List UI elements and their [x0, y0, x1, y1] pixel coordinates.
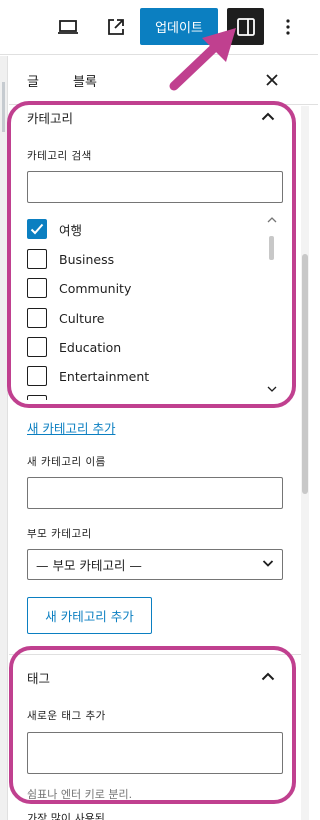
tab-block[interactable]: 블록: [73, 56, 97, 104]
parent-category-selected: — 부모 카테고리 —: [36, 558, 142, 573]
add-new-category-button[interactable]: 새 카테고리 추가: [27, 597, 152, 634]
laptop-icon: [58, 20, 78, 34]
sidebar-scrollbar-thumb[interactable]: [302, 254, 308, 494]
categories-highlight-outline: [7, 101, 296, 408]
external-link-icon: [108, 19, 124, 35]
view-post-button[interactable]: [100, 11, 132, 43]
tags-highlight-outline: [9, 646, 296, 804]
most-used-tags-link[interactable]: 가장 많이 사용된: [27, 810, 105, 820]
add-category-link[interactable]: 새 카테고리 추가: [27, 418, 115, 437]
options-menu-button[interactable]: [274, 11, 302, 43]
pointer-arrow-annotation: [169, 28, 236, 91]
more-vertical-icon: [286, 19, 290, 35]
close-icon: [266, 74, 278, 86]
sidebar-tabs: 글 블록: [9, 56, 318, 105]
chevron-down-icon: [262, 560, 274, 567]
editor-toolbar: 업데이트: [0, 0, 318, 55]
parent-category-label: 부모 카테고리: [27, 528, 92, 540]
new-category-name-label: 새 카테고리 이름: [27, 456, 106, 468]
tab-post[interactable]: 글: [27, 56, 39, 104]
close-sidebar-button[interactable]: [257, 65, 287, 95]
preview-button[interactable]: [52, 11, 84, 43]
new-category-name-input[interactable]: [27, 477, 283, 509]
parent-category-select[interactable]: — 부모 카테고리 —: [27, 549, 283, 580]
